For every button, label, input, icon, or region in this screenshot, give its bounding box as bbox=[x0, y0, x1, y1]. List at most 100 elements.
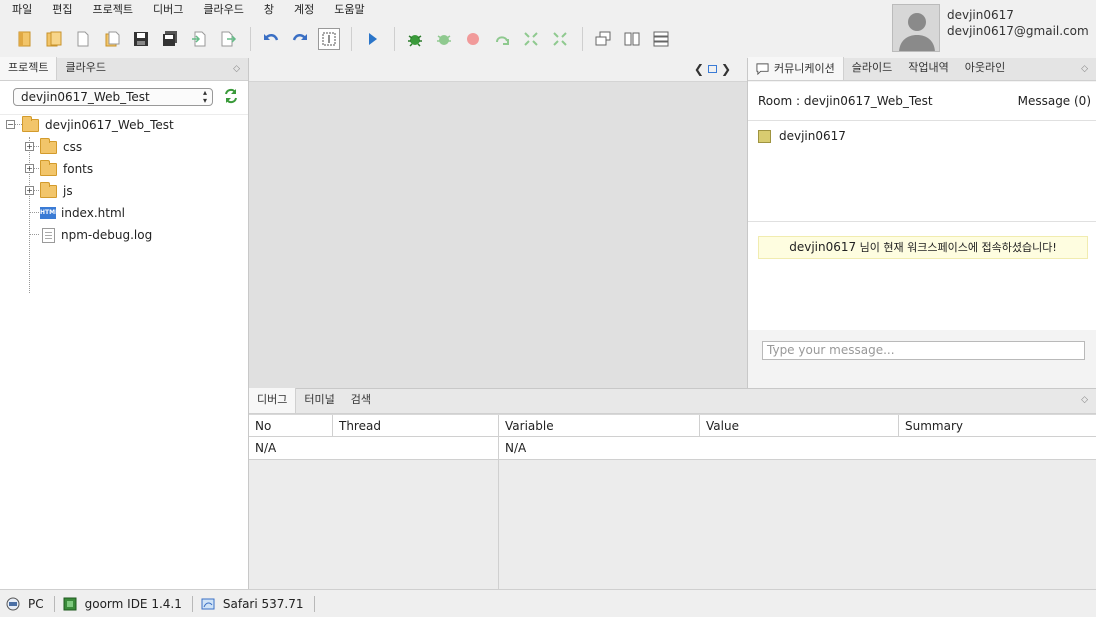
column-header-summary[interactable]: Summary bbox=[899, 415, 1096, 436]
editor-area[interactable]: ❮ ❯ bbox=[249, 58, 747, 388]
notice-text: 님이 현재 워크스페이스에 접속하셨습니다! bbox=[856, 241, 1057, 254]
redo-button[interactable] bbox=[289, 28, 311, 50]
status-browser: Safari 537.71 bbox=[201, 595, 315, 612]
collapse-root-toggle[interactable]: − bbox=[6, 120, 15, 129]
menu-help[interactable]: 도움말 bbox=[334, 1, 364, 17]
menu-debug[interactable]: 디버그 bbox=[153, 1, 183, 17]
split-vertical-button[interactable] bbox=[621, 28, 643, 50]
save-all-button[interactable] bbox=[159, 28, 181, 50]
stop-button[interactable] bbox=[462, 28, 484, 50]
new-file-button[interactable] bbox=[72, 28, 94, 50]
open-file-icon bbox=[105, 31, 120, 47]
user-name: devjin0617 bbox=[947, 8, 1014, 22]
project-select[interactable]: devjin0617_Web_Test ▴ ▾ bbox=[13, 88, 213, 106]
text-cursor-icon bbox=[322, 32, 336, 46]
user-color-swatch bbox=[758, 129, 771, 143]
tree-file-label: npm-debug.log bbox=[61, 228, 153, 242]
open-project-button[interactable] bbox=[43, 28, 65, 50]
new-file-icon bbox=[77, 31, 89, 47]
export-button[interactable] bbox=[217, 28, 239, 50]
split-horizontal-button[interactable] bbox=[650, 28, 672, 50]
cascade-windows-button[interactable] bbox=[592, 28, 614, 50]
debug-attach-button[interactable] bbox=[433, 28, 455, 50]
tree-folder-css[interactable]: css bbox=[40, 137, 82, 157]
tree-folder-fonts[interactable]: fonts bbox=[40, 159, 93, 179]
menu-cloud[interactable]: 클라우드 bbox=[203, 1, 243, 17]
refresh-button[interactable] bbox=[222, 87, 240, 105]
select-mode-button[interactable] bbox=[318, 28, 340, 50]
tree-line bbox=[29, 212, 39, 213]
tab-project[interactable]: 프로젝트 bbox=[0, 57, 58, 80]
tab-history[interactable]: 작업내역 bbox=[900, 57, 956, 80]
message-input[interactable]: Type your message... bbox=[762, 341, 1085, 360]
user-list-item[interactable]: devjin0617 bbox=[758, 129, 846, 143]
expand-toggle[interactable]: + bbox=[25, 164, 34, 173]
menu-window[interactable]: 창 bbox=[264, 1, 274, 17]
tree-root[interactable]: devjin0617_Web_Test bbox=[22, 115, 174, 135]
menu-project[interactable]: 프로젝트 bbox=[93, 1, 133, 17]
cascade-icon bbox=[595, 31, 611, 46]
run-button[interactable] bbox=[361, 28, 383, 50]
import-button[interactable] bbox=[188, 28, 210, 50]
bug-icon bbox=[408, 35, 422, 47]
menu-account[interactable]: 계정 bbox=[294, 1, 314, 17]
user-profile[interactable]: devjin0617 devjin0617@gmail.com bbox=[892, 4, 1096, 52]
tab-terminal[interactable]: 터미널 bbox=[296, 388, 342, 413]
panel-pin-icon[interactable]: ◇ bbox=[1081, 395, 1088, 405]
room-bar: Room : devjin0617_Web_Test Message (0) bbox=[748, 82, 1096, 121]
debug-button[interactable] bbox=[404, 28, 426, 50]
save-button[interactable] bbox=[130, 28, 152, 50]
prev-tab-icon[interactable]: ❮ bbox=[694, 62, 704, 76]
next-tab-icon[interactable]: ❯ bbox=[721, 62, 731, 76]
new-project-button[interactable] bbox=[14, 28, 36, 50]
join-notice: devjin0617 님이 현재 워크스페이스에 접속하셨습니다! bbox=[758, 236, 1088, 259]
new-project-icon bbox=[18, 31, 31, 47]
menu-file[interactable]: 파일 bbox=[12, 1, 32, 17]
status-browser-label: Safari 537.71 bbox=[222, 596, 304, 611]
column-header-thread[interactable]: Thread bbox=[333, 415, 499, 436]
chip-icon bbox=[63, 597, 77, 610]
editor-tabbar: ❮ ❯ bbox=[249, 58, 747, 82]
tree-folder-js[interactable]: js bbox=[40, 181, 73, 201]
tab-debug[interactable]: 디버그 bbox=[249, 388, 297, 413]
open-file-button[interactable] bbox=[101, 28, 123, 50]
column-header-value[interactable]: Value bbox=[700, 415, 899, 436]
status-ide-version: goorm IDE 1.4.1 bbox=[63, 595, 193, 612]
avatar[interactable] bbox=[892, 4, 940, 52]
bug-disabled-icon bbox=[437, 35, 451, 45]
expand-toggle[interactable]: + bbox=[25, 186, 34, 195]
tree-folder-label: css bbox=[63, 140, 83, 154]
expand-toggle[interactable]: + bbox=[25, 142, 34, 151]
panel-pin-icon[interactable]: ◇ bbox=[1081, 64, 1088, 74]
undo-button[interactable] bbox=[260, 28, 282, 50]
toolbar-separator bbox=[582, 27, 583, 51]
step-out-button[interactable] bbox=[549, 28, 571, 50]
message-input-placeholder: Type your message... bbox=[767, 343, 895, 357]
tab-outline[interactable]: 아웃라인 bbox=[957, 57, 1013, 80]
user-list: devjin0617 bbox=[748, 121, 1096, 222]
status-ide-label: goorm IDE 1.4.1 bbox=[84, 596, 182, 611]
tab-slides[interactable]: 슬라이드 bbox=[844, 57, 900, 80]
tree-file-npm-debug-log[interactable]: npm-debug.log bbox=[42, 225, 152, 245]
user-list-name: devjin0617 bbox=[779, 129, 846, 143]
menu-edit[interactable]: 편집 bbox=[52, 1, 72, 17]
message-count: Message (0) bbox=[1017, 94, 1091, 108]
split-vertical-icon bbox=[624, 32, 640, 46]
tab-cloud[interactable]: 클라우드 bbox=[57, 57, 113, 80]
panel-pin-icon[interactable]: ◇ bbox=[233, 64, 240, 74]
tree-folder-label: fonts bbox=[63, 162, 94, 176]
play-icon bbox=[369, 33, 377, 45]
tree-file-index-html[interactable]: HTML index.html bbox=[40, 203, 125, 223]
window-list-icon[interactable] bbox=[707, 65, 717, 73]
step-over-button[interactable] bbox=[491, 28, 513, 50]
column-header-variable[interactable]: Variable bbox=[499, 415, 700, 436]
step-in-button[interactable] bbox=[520, 28, 542, 50]
user-email: devjin0617@gmail.com bbox=[947, 24, 1089, 38]
tab-communication[interactable]: 커뮤니케이션 bbox=[748, 57, 844, 80]
column-header-no[interactable]: No bbox=[249, 415, 333, 436]
open-project-icon bbox=[46, 31, 62, 47]
table-row[interactable]: N/A N/A bbox=[249, 437, 1096, 460]
editor-nav: ❮ ❯ bbox=[694, 62, 731, 76]
tab-search[interactable]: 검색 bbox=[343, 388, 379, 413]
split-horizontal-icon bbox=[653, 31, 669, 47]
